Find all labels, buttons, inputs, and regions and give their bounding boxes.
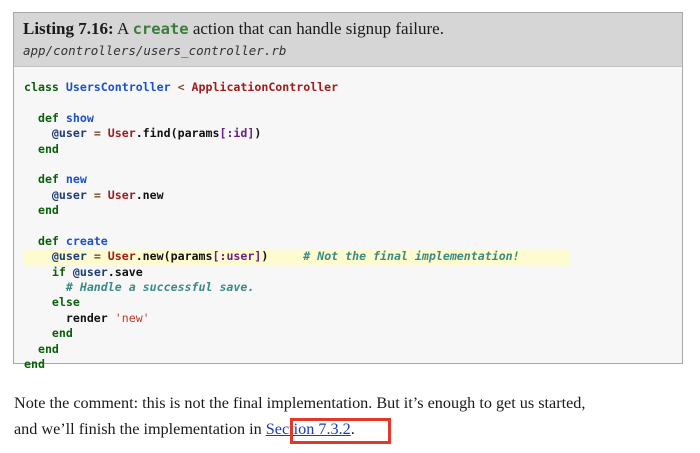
paragraph-line-2: and we’ll finish the implementation in S… (14, 416, 686, 442)
code-line: @user = User.new (14, 188, 682, 203)
paren: ) (254, 126, 262, 141)
method-name: new (65, 172, 87, 187)
instance-variable: @user (51, 187, 87, 202)
keyword: def (37, 172, 59, 187)
method-name: show (65, 110, 94, 125)
code-line: if @user.save (14, 265, 682, 280)
listing-label: Listing 7.16: (23, 19, 114, 38)
constant: User (107, 187, 136, 202)
keyword: def (37, 110, 59, 125)
keyword: end (51, 326, 73, 341)
code-line: end (14, 142, 682, 157)
instance-variable: @user (51, 126, 87, 141)
symbol: [:user] (212, 249, 262, 264)
code-comment: # Not the final implementation! (303, 249, 520, 264)
instance-variable: @user (51, 249, 87, 264)
caption-post: action that can handle signup failure. (192, 19, 444, 38)
class-name: UsersController (65, 80, 171, 94)
keyword: end (37, 141, 59, 156)
method-call: render (65, 310, 108, 325)
code-comment: # Handle a successful save. (65, 280, 255, 295)
constant: ApplicationController (191, 80, 339, 94)
operator: < (177, 80, 185, 94)
code-line: render 'new' (14, 311, 682, 326)
operator: = (93, 126, 101, 141)
constant: User (107, 126, 136, 141)
code-line: end (14, 326, 682, 341)
method-call: .find(params (135, 126, 220, 141)
caption-code: create (132, 20, 189, 38)
code-block: class UsersController < ApplicationContr… (14, 67, 682, 372)
paragraph-line-1: Note the comment: this is not the final … (14, 394, 586, 412)
operator: = (93, 187, 101, 202)
keyword: end (24, 357, 45, 372)
method-call: .new (135, 187, 164, 202)
code-line: else (14, 295, 682, 310)
instance-variable: @user (72, 264, 108, 279)
code-line: @user = User.find(params[:id]) (14, 126, 682, 141)
listing-filename: app/controllers/users_controller.rb (23, 43, 287, 58)
code-line: end (14, 357, 682, 372)
method-name: create (65, 233, 108, 248)
code-line: def create (14, 234, 682, 249)
paren: ) (261, 249, 269, 264)
string-literal: 'new' (114, 310, 150, 325)
operator: = (93, 249, 101, 264)
code-line: def show (14, 111, 682, 126)
code-line: def new (14, 172, 682, 187)
paragraph-line-2-text: and we’ll finish the implementation in (14, 420, 262, 438)
listing-header: Listing 7.16: A create action that can h… (14, 13, 682, 67)
keyword: end (37, 203, 59, 218)
code-line: end (14, 203, 682, 218)
code-line: class UsersController < ApplicationContr… (14, 80, 682, 95)
code-line: # Handle a successful save. (14, 280, 682, 295)
constant: User (107, 249, 136, 264)
method-call: .new(params (135, 249, 213, 264)
code-line: end (14, 342, 682, 357)
keyword: end (37, 341, 59, 356)
code-line-highlighted: @user = User.new(params[:user]) # Not th… (24, 249, 569, 265)
listing-caption: Listing 7.16: A create action that can h… (23, 18, 673, 40)
symbol: [:id] (219, 126, 255, 141)
keyword: def (37, 233, 59, 248)
section-link[interactable]: Section 7.3.2 (266, 420, 351, 438)
paragraph-period: . (350, 420, 355, 438)
code-listing: Listing 7.16: A create action that can h… (13, 12, 683, 371)
keyword: else (51, 295, 80, 310)
keyword: if (51, 264, 66, 279)
body-paragraph: Note the comment: this is not the final … (14, 390, 686, 442)
method-call: .save (107, 264, 143, 279)
caption-pre: A (117, 19, 129, 38)
keyword: class (24, 80, 59, 94)
